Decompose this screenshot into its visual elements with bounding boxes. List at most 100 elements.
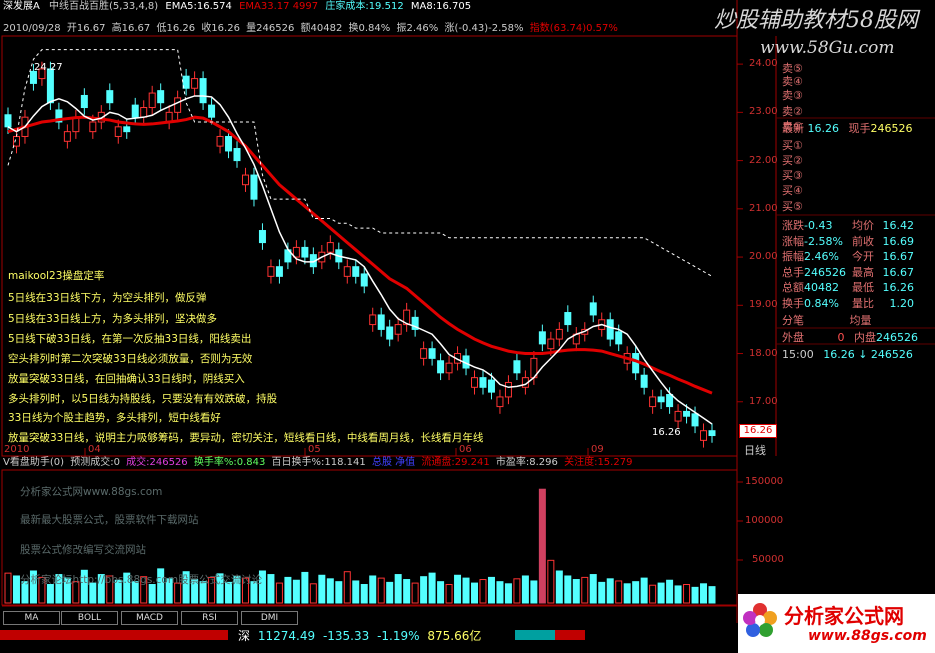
- volume-bar: [674, 585, 682, 604]
- volume-traded: 成交:246526: [126, 457, 188, 468]
- volume-bar: [275, 582, 283, 604]
- volume-bar: [623, 583, 631, 604]
- inner-label: 内盘: [854, 331, 876, 344]
- volume-bar: [301, 571, 309, 604]
- candle-body: [80, 94, 88, 109]
- total-shares-label: 总股: [371, 457, 392, 468]
- strategy-note: 5日线在33日线上方，为多头排列，坚决做多: [8, 313, 218, 325]
- quote-stat-row: 换手0.84% 量比 1.20: [782, 297, 914, 310]
- tab-rsi[interactable]: RSI: [181, 611, 238, 625]
- candle-body: [46, 68, 54, 104]
- volume-bar: [335, 581, 343, 604]
- quote-stat-row: 涨幅-2.58% 前收 16.69: [782, 235, 914, 248]
- dealer-cost-value: 庄家成本:19.512: [325, 1, 404, 12]
- trade-price: 16.26: [823, 348, 855, 361]
- volume-watermark: 股票公式修改编写交流网站: [20, 544, 146, 556]
- volume-bar: [360, 584, 368, 604]
- volume-bar: [352, 580, 360, 604]
- tab-boll[interactable]: BOLL: [61, 611, 118, 625]
- stat-value: 246526: [804, 265, 846, 279]
- volume-bar: [496, 581, 504, 604]
- tab-dmi[interactable]: DMI: [241, 611, 298, 625]
- volume-bar: [326, 578, 334, 604]
- candle-body: [157, 90, 165, 104]
- hundred-day-turnover: 百日换手%:118.141: [271, 457, 366, 468]
- x-axis-label: 09: [591, 444, 604, 455]
- inner-value: 246526: [876, 331, 918, 344]
- logo-text: 分析家公式网: [784, 604, 904, 628]
- candle-body: [89, 121, 97, 133]
- stat-value: 1.20: [889, 296, 915, 310]
- volume-bar: [640, 577, 648, 604]
- fenbi-label[interactable]: 分笔: [782, 314, 804, 327]
- volume-bar: [267, 574, 275, 604]
- stat-value: 16.67: [882, 250, 915, 263]
- ask-label: 卖③: [782, 89, 803, 102]
- volume-bar: [12, 575, 20, 604]
- volume-bar: [377, 577, 385, 604]
- x-axis-label: 2010: [4, 444, 30, 455]
- candle-body: [615, 331, 623, 345]
- candle-body: [123, 126, 131, 133]
- latest-value: 16.26: [807, 122, 840, 135]
- volume-bar: [343, 571, 351, 604]
- price-axis-label: 21.00: [749, 202, 778, 214]
- candle-body: [437, 360, 445, 374]
- candle-body: [301, 246, 309, 258]
- quote-volume: 量246526: [246, 23, 295, 34]
- volume-axis-label: 150000: [745, 476, 784, 487]
- volume-bar: [445, 584, 453, 604]
- candle-body: [479, 377, 487, 388]
- current-price-tag: 16.26: [739, 424, 777, 438]
- volume-bar: [386, 581, 394, 604]
- volume-bar: [369, 575, 377, 604]
- candle-body: [225, 135, 233, 152]
- tab-ma[interactable]: MA: [3, 611, 60, 625]
- site-watermark-url: www.58Gu.com: [760, 38, 895, 58]
- volume-axis-label: 100000: [745, 515, 784, 526]
- bid-label: 买③: [782, 169, 803, 182]
- candle-body: [487, 379, 495, 393]
- candle-body: [606, 319, 614, 340]
- volume-bar: [564, 575, 572, 604]
- candle-body: [708, 430, 716, 437]
- indicator-params: (5,33,4,8): [109, 1, 159, 12]
- volume-header: V看盘助手(0) 预测成交:0 成交:246526 换手率%:0.843 百日换…: [3, 457, 632, 469]
- header-line-2: 2010/09/28 开16.67 高16.67 低16.26 收16.26 量…: [3, 23, 618, 35]
- volume-bar: [547, 559, 555, 604]
- quote-amplitude: 振2.46%: [396, 23, 439, 34]
- volume-bar: [471, 582, 479, 604]
- volume-bar: [4, 572, 12, 604]
- quote-change: 涨(-0.43)-2.58%: [444, 23, 524, 34]
- strategy-note: 放量突破33日线，说明主力吸够筹码，要异动，密切关注，短线看日线，中线看周月线，…: [8, 432, 484, 444]
- stock-name[interactable]: 深发展A: [3, 1, 40, 12]
- candle-body: [106, 90, 114, 104]
- market-status-bar: 深 11274.49 -135.33 -1.19% 875.66亿: [238, 627, 481, 644]
- stat-value: 2.46%: [804, 250, 839, 263]
- volume-bar: [691, 586, 699, 604]
- volume-bar: [504, 583, 512, 604]
- quote-stat-row: 总额40482 最低 16.26: [782, 281, 914, 294]
- tab-macd[interactable]: MACD: [121, 611, 178, 625]
- candle-body: [191, 78, 199, 89]
- quote-stat-row: 总手246526 最高 16.67: [782, 266, 914, 279]
- ask-label: 卖②: [782, 105, 803, 118]
- volume-bar: [411, 582, 419, 604]
- quote-open: 开16.67: [66, 23, 106, 34]
- market-amount: 875.66亿: [427, 629, 482, 643]
- volume-bar: [657, 582, 665, 604]
- stat-label: 前收: [852, 234, 874, 248]
- trade-volume: 246526: [870, 348, 913, 361]
- period-selector[interactable]: 日线: [744, 442, 766, 458]
- candle-body: [114, 126, 122, 137]
- fenbi-row: 分笔 均量: [782, 314, 872, 327]
- header-line-1: 深发展A 中线百战百胜(5,33,4,8) EMA5:16.574 EMA33.…: [3, 1, 471, 13]
- candle-body: [649, 396, 657, 408]
- candle-body: [233, 148, 241, 162]
- candle-body: [208, 104, 216, 118]
- price-axis-label: 18.00: [749, 347, 778, 359]
- volume-bar: [487, 576, 495, 604]
- quote-low: 低16.26: [156, 23, 196, 34]
- candle-body: [445, 362, 453, 374]
- float-cap: 流通盘:29.241: [421, 457, 490, 468]
